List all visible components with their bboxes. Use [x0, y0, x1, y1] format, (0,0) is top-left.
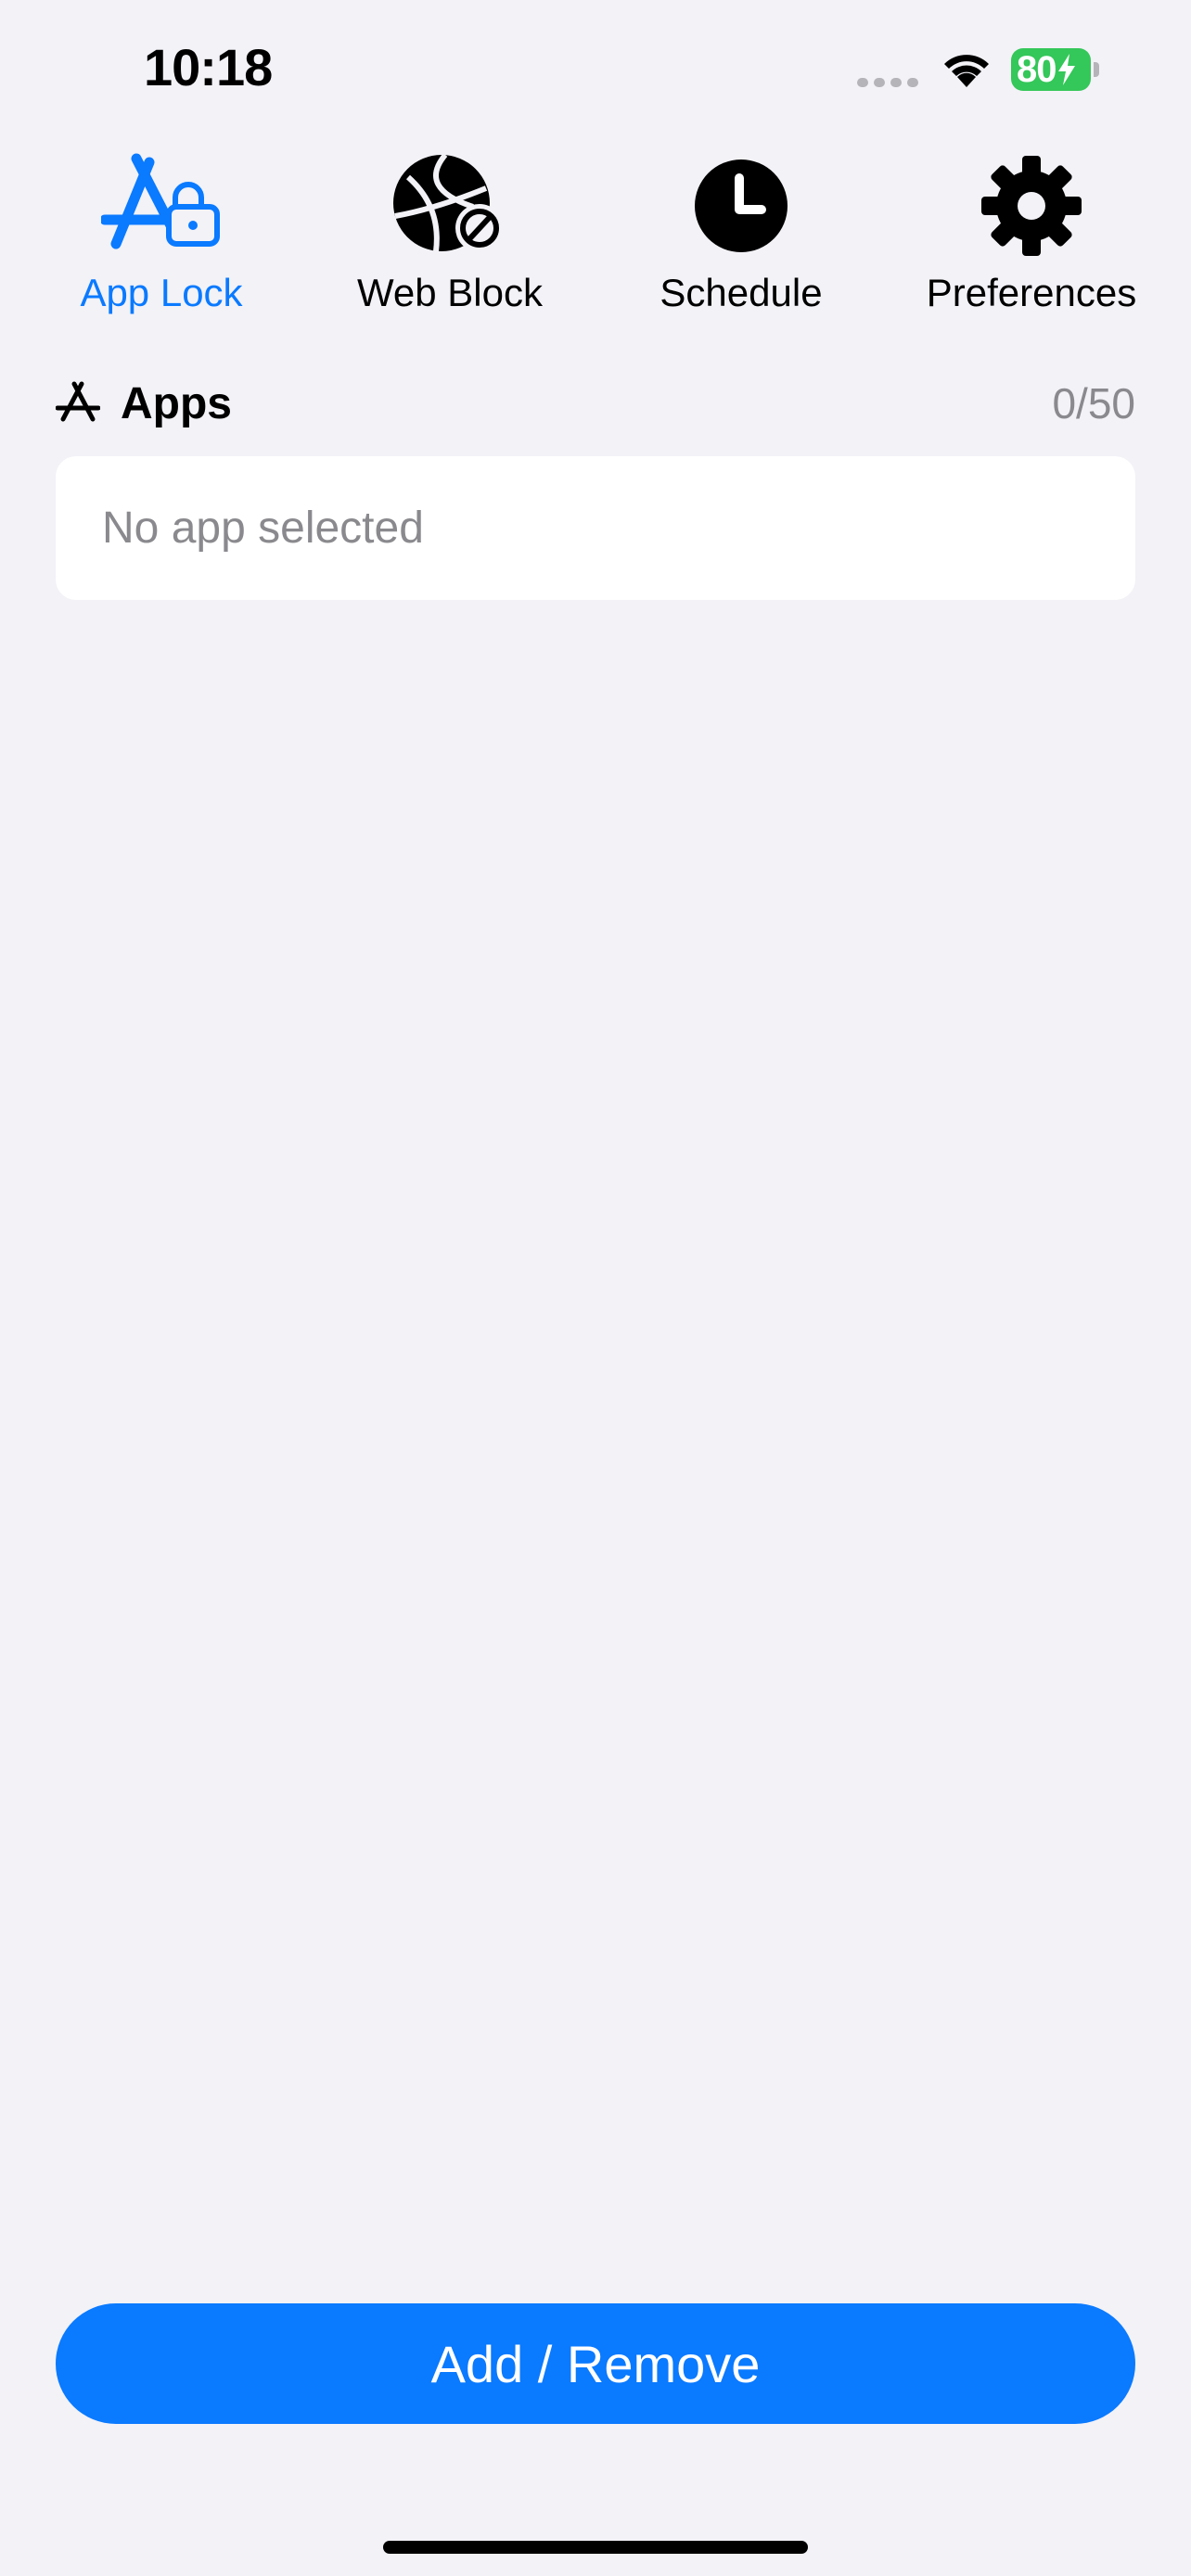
tab-app-lock[interactable]: App Lock — [70, 148, 252, 334]
clock-icon — [693, 148, 789, 263]
wifi-icon — [939, 48, 994, 94]
gear-icon — [980, 148, 1083, 263]
home-indicator[interactable] — [383, 2541, 808, 2554]
app-screen: 10:18 80 App Lock Web Block Schedule Pre… — [0, 0, 1191, 2576]
apps-section-header: Apps 0/50 — [55, 376, 1135, 431]
tab-label: App Lock — [80, 271, 243, 314]
battery-level: 80 — [1017, 49, 1057, 90]
cellular-signal-icon — [857, 78, 918, 87]
web-block-icon — [390, 148, 510, 263]
charging-bolt-icon — [1057, 54, 1075, 85]
tab-label: Web Block — [357, 271, 543, 314]
apps-list-card: No app selected — [56, 456, 1135, 600]
app-store-icon — [55, 380, 101, 427]
tab-schedule[interactable]: Schedule — [640, 148, 842, 334]
tab-label: Preferences — [926, 271, 1137, 314]
app-lock-icon — [101, 148, 222, 263]
tab-web-block[interactable]: Web Block — [343, 148, 557, 334]
empty-state-text: No app selected — [102, 504, 424, 553]
tab-label: Schedule — [660, 271, 823, 314]
tab-preferences[interactable]: Preferences — [909, 148, 1154, 334]
add-remove-button[interactable]: Add / Remove — [56, 2303, 1135, 2424]
battery-icon: 80 — [1011, 48, 1099, 91]
apps-count: 0/50 — [1052, 379, 1135, 427]
section-title: Apps — [121, 378, 232, 428]
status-time: 10:18 — [144, 38, 273, 96]
